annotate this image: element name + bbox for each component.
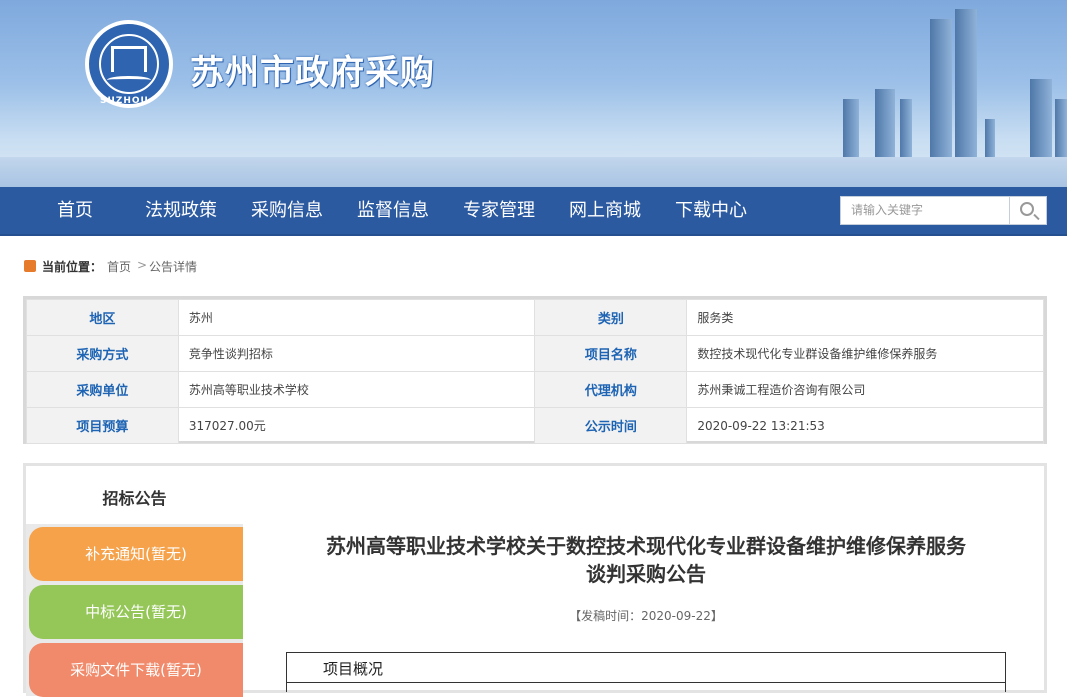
- nav-item-home[interactable]: 首页: [57, 187, 93, 234]
- skyline-building: [955, 9, 977, 159]
- skyline-building: [985, 119, 995, 159]
- site-title[interactable]: 苏州市政府采购: [190, 45, 435, 94]
- notice-title-line2: 谈判采购公告: [586, 562, 706, 586]
- info-value: 2020-09-22 13:21:53: [686, 407, 1044, 444]
- wave-icon: [107, 76, 151, 84]
- info-key: 代理机构: [534, 371, 688, 408]
- nav-item-online-mall[interactable]: 网上商城: [569, 187, 641, 234]
- info-value: 317027.00元: [177, 407, 536, 444]
- gate-icon: [111, 46, 147, 72]
- breadcrumb-current: 公告详情: [149, 260, 198, 274]
- skyline-building: [1055, 99, 1067, 159]
- info-key: 采购单位: [26, 371, 179, 408]
- info-value: 数控技术现代化专业群设备维护维修保养服务: [686, 335, 1044, 372]
- tab-bid-notice[interactable]: 招标公告: [26, 466, 243, 524]
- header-banner: SUZHOU 苏州市政府采购: [0, 0, 1067, 187]
- notice-title-line1: 苏州高等职业技术学校关于数控技术现代化专业群设备维护维修保养服务: [326, 534, 966, 558]
- award-notice-button[interactable]: 中标公告(暂无): [29, 585, 243, 639]
- info-key: 地区: [26, 299, 179, 336]
- table-row: 采购方式 竞争性谈判招标 项目名称 数控技术现代化专业群设备维护维修保养服务: [26, 335, 1044, 372]
- info-value: 服务类: [686, 299, 1044, 336]
- skyline-building: [1030, 79, 1052, 159]
- table-row: 项目预算 317027.00元 公示时间 2020-09-22 13:21:53: [26, 407, 1044, 444]
- skyline-building: [900, 99, 912, 159]
- skyline-building: [875, 89, 895, 159]
- publish-time: 【发稿时间：2020-09-22】: [569, 609, 723, 623]
- tab-bid-notice-label: 招标公告: [102, 489, 167, 508]
- table-row: 地区 苏州 类别 服务类: [26, 299, 1044, 336]
- search-button[interactable]: [1010, 196, 1047, 225]
- nav-item-downloads[interactable]: 下载中心: [675, 187, 747, 234]
- info-key: 采购方式: [26, 335, 179, 372]
- overview-heading: 项目概况: [323, 660, 384, 678]
- project-info-table: 地区 苏州 类别 服务类 采购方式 竞争性谈判招标 项目名称 数控技术现代化专业…: [23, 296, 1047, 444]
- table-row: 采购单位 苏州高等职业技术学校 代理机构 苏州秉诚工程造价咨询有限公司: [26, 371, 1044, 408]
- overview-section: 项目概况: [286, 652, 1006, 692]
- info-key: 项目名称: [534, 335, 688, 372]
- file-download-button[interactable]: 采购文件下载(暂无): [29, 643, 243, 697]
- search-icon: [1020, 202, 1034, 216]
- breadcrumb-label: 当前位置：: [42, 260, 103, 274]
- nav-item-experts[interactable]: 专家管理: [463, 187, 535, 234]
- nav-item-regulations[interactable]: 法规政策: [145, 187, 217, 234]
- overview-heading-row: 项目概况: [287, 653, 1005, 683]
- info-value: 苏州秉诚工程造价咨询有限公司: [686, 371, 1044, 408]
- search-input[interactable]: 请输入关键字: [840, 196, 1010, 225]
- main-nav: 首页 法规政策 采购信息 监督信息 专家管理 网上商城 下载中心 请输入关键字: [0, 187, 1067, 236]
- nav-item-supervision[interactable]: 监督信息: [357, 187, 429, 234]
- lake-water: [0, 157, 1067, 187]
- notice-content: 招标公告 补充通知(暂无) 中标公告(暂无) 采购文件下载(暂无) 苏州高等职业…: [23, 463, 1047, 697]
- supplement-notice-button[interactable]: 补充通知(暂无): [29, 527, 243, 581]
- search-icon-handle: [1033, 213, 1040, 221]
- notice-sidebar: 招标公告 补充通知(暂无) 中标公告(暂无) 采购文件下载(暂无): [26, 466, 243, 697]
- suzhou-logo[interactable]: [85, 20, 173, 108]
- info-value: 苏州: [177, 299, 536, 336]
- nav-item-procurement-info[interactable]: 采购信息: [251, 187, 323, 234]
- breadcrumb-home-link[interactable]: 首页: [107, 258, 131, 275]
- info-key: 项目预算: [26, 407, 179, 444]
- notice-title: 苏州高等职业技术学校关于数控技术现代化专业群设备维护维修保养服务 谈判采购公告: [266, 532, 1026, 588]
- info-value: 苏州高等职业技术学校: [177, 371, 536, 408]
- info-key: 公示时间: [534, 407, 688, 444]
- logo-subtitle: SUZHOU: [100, 96, 149, 106]
- info-value: 竞争性谈判招标: [177, 335, 536, 372]
- skyline-building: [930, 19, 952, 159]
- breadcrumb-separator: >: [137, 258, 148, 272]
- location-icon: [24, 260, 36, 272]
- skyline-building: [843, 99, 859, 159]
- info-key: 类别: [534, 299, 688, 336]
